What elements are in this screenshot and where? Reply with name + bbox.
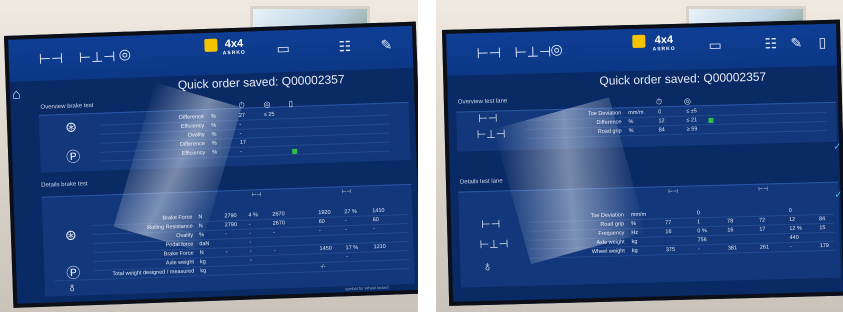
tyre-icon[interactable]: ◎	[550, 41, 563, 58]
timer-icon: ⏱	[238, 100, 245, 110]
vehicle-axle-icon: ⊢⊣	[480, 218, 501, 232]
battery-icon[interactable]: ▯	[818, 34, 826, 51]
footer-note: symbol for Wheel locked	[344, 284, 389, 292]
logo: 4x4 ASRKO	[652, 33, 676, 53]
check-icon: ✓	[834, 189, 843, 201]
right-toolbar: ⊢⊣ ⊢⊥⊣ ◎ 4x4 ASRKO ▭ ☷ ✎ ▯	[446, 23, 838, 76]
document-icon: ▯	[288, 98, 294, 109]
gauge-icon: ◎	[683, 96, 692, 106]
vehicle-axle-icon: ⊢⊣	[478, 112, 498, 126]
vehicle-axle-icon[interactable]: ⊢⊣	[39, 50, 64, 68]
printer-icon[interactable]: ▭	[276, 40, 290, 57]
details-panel: ⊢⊣ ⊢⊣ ⊢⊣ ⊢⊥⊣ ♁ Toe Deviation mm/m 0 0 Ro…	[458, 181, 841, 288]
vehicle-axle-icon[interactable]: ⊢⊣	[476, 44, 501, 62]
left-photo: ⊢⊣ ⊢⊥⊣ ◎ 4x4 ASRKO ▭ ☷ ✎ Quick order save…	[0, 0, 418, 312]
logo-mark-icon	[204, 38, 218, 53]
axle-pair-icon[interactable]: ⊢⊥⊣	[79, 48, 116, 66]
weight-icon: ♁	[66, 278, 78, 295]
left-screen: ⊢⊣ ⊢⊥⊣ ◎ 4x4 ASRKO ▭ ☷ ✎ Quick order save…	[4, 21, 418, 308]
image-gap	[418, 0, 436, 312]
weight-icon: ♁	[481, 257, 493, 275]
right-photo: ⊢⊣ ⊢⊥⊣ ◎ 4x4 ASRKO ▭ ☷ ✎ ▯ Quick order sa…	[436, 0, 843, 312]
overview-panel: ⏱ ◎ ▯ ⊛ Ⓟ Difference % 27 ≤ 25 Efficienc…	[38, 98, 411, 173]
axle-pair-icon[interactable]: ⊢⊥⊣	[514, 43, 551, 61]
saved-status: Quick order saved: Q00002357	[599, 69, 767, 88]
check-icon: ✓	[833, 141, 842, 153]
axle-front-icon: ⊢⊣	[668, 188, 678, 196]
details-title: Details brake test	[41, 181, 88, 189]
overview-title: Overview test lane	[457, 98, 508, 106]
logo: 4x4 ASRKO	[222, 37, 246, 57]
left-toolbar: ⊢⊣ ⊢⊥⊣ ◎ 4x4 ASRKO ▭ ☷ ✎	[8, 25, 414, 82]
list-icon[interactable]: ☷	[338, 38, 351, 55]
brake-disc-icon: ⊛	[64, 226, 77, 243]
details-panel: ⊢⊣ ⊢⊣ ⊛ Ⓟ ♁ Brake Force N 2790 4 % 2670 …	[41, 183, 415, 297]
saved-status: Quick order saved: Q00002357	[177, 72, 345, 92]
axle-pair-icon: ⊢⊥⊣	[479, 238, 509, 252]
axle-rear-icon: ⊢⊣	[758, 186, 768, 193]
axle-front-icon: ⊢⊣	[251, 192, 262, 199]
edit-icon[interactable]: ✎	[380, 36, 392, 53]
brake-disc-icon: ⊛	[64, 118, 78, 135]
axle-rear-icon: ⊢⊣	[341, 188, 352, 196]
axle-pair-icon: ⊢⊥⊣	[476, 128, 506, 142]
gauge-icon: ◎	[263, 99, 271, 109]
printer-icon[interactable]: ▭	[708, 37, 722, 54]
edit-icon[interactable]: ✎	[790, 35, 802, 52]
timer-icon: ⏱	[655, 97, 663, 107]
home-icon[interactable]: ⌂	[12, 85, 21, 101]
overview-panel: ⏱ ◎ ⊢⊣ ⊢⊥⊣ Toe Deviation mm/m 0 ≤ ±5 Dif…	[456, 97, 838, 152]
overview-title: Overview brake test	[40, 102, 94, 111]
list-icon[interactable]: ☷	[764, 35, 777, 52]
logo-mark-icon	[632, 34, 646, 49]
tyre-icon[interactable]: ◎	[118, 46, 131, 63]
details-title: Details test lane	[459, 178, 503, 186]
right-screen: ⊢⊣ ⊢⊥⊣ ◎ 4x4 ASRKO ▭ ☷ ✎ ▯ Quick order sa…	[442, 19, 843, 306]
parking-brake-icon: Ⓟ	[65, 148, 81, 165]
